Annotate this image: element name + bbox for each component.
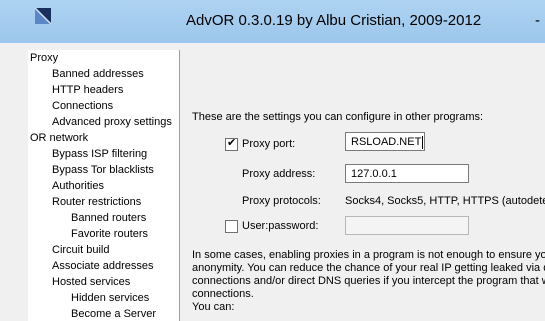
tree-item-authorities[interactable]: Authorities <box>50 179 106 194</box>
proxy-settings-panel: These are the settings you can configure… <box>180 50 545 321</box>
tree-item-or-network[interactable]: OR network <box>28 131 90 146</box>
settings-tree: Proxy Banned addresses HTTP headers Conn… <box>28 50 180 321</box>
tree-item-favorite-routers[interactable]: Favorite routers <box>69 227 150 242</box>
info-line-4: connections. <box>192 288 254 300</box>
tree-item-advanced-proxy-settings[interactable]: Advanced proxy settings <box>50 115 174 130</box>
user-password-checkbox[interactable] <box>225 220 238 233</box>
tree-item-proxy[interactable]: Proxy <box>28 51 61 66</box>
window-title: AdvOR 0.3.0.19 by Albu Cristian, 2009-20… <box>186 12 482 29</box>
info-line-3: connections and/or direct DNS queries if… <box>192 275 545 287</box>
info-line-2: anonymity. You can reduce the chance of … <box>192 262 545 274</box>
app-icon <box>35 8 51 24</box>
tree-item-banned-routers[interactable]: Banned routers <box>69 211 148 226</box>
tree-item-bypass-tor-blacklists[interactable]: Bypass Tor blacklists <box>50 163 156 178</box>
tree-item-become-a-server[interactable]: Become a Server <box>69 307 158 321</box>
proxy-address-label: Proxy address: <box>242 168 316 180</box>
user-password-label: User:password: <box>242 220 319 232</box>
tree-item-http-headers[interactable]: HTTP headers <box>50 83 125 98</box>
minimize-button[interactable]: - <box>535 12 540 29</box>
info-line-1: In some cases, enabling proxies in a pro… <box>192 249 545 261</box>
proxy-protocols-value: Socks4, Socks5, HTTP, HTTPS (autodetec <box>345 195 545 207</box>
text-caret <box>422 135 424 149</box>
proxy-protocols-label: Proxy protocols: <box>242 195 321 207</box>
checkmark-icon: ✔ <box>227 137 237 149</box>
tree-item-circuit-build[interactable]: Circuit build <box>50 243 111 258</box>
title-bar: AdvOR 0.3.0.19 by Albu Cristian, 2009-20… <box>0 0 545 43</box>
proxy-port-value: RSLOAD.NET <box>351 136 422 148</box>
proxy-port-label: Proxy port: <box>242 138 296 150</box>
tree-item-connections[interactable]: Connections <box>50 99 115 114</box>
proxy-port-input[interactable]: RSLOAD.NET <box>345 132 425 151</box>
proxy-port-checkbox[interactable]: ✔ <box>225 137 238 151</box>
proxy-address-input[interactable]: 127.0.0.1 <box>345 164 469 183</box>
user-password-input[interactable] <box>345 216 469 235</box>
tree-item-associate-addresses[interactable]: Associate addresses <box>50 259 156 274</box>
tree-item-hidden-services[interactable]: Hidden services <box>69 291 151 306</box>
tree-item-bypass-isp-filtering[interactable]: Bypass ISP filtering <box>50 147 149 162</box>
intro-text: These are the settings you can configure… <box>192 111 484 123</box>
tree-item-router-restrictions[interactable]: Router restrictions <box>50 195 143 210</box>
info-line-5: You can: <box>192 301 235 313</box>
tree-item-banned-addresses[interactable]: Banned addresses <box>50 67 146 82</box>
tree-item-hosted-services[interactable]: Hosted services <box>50 275 132 290</box>
